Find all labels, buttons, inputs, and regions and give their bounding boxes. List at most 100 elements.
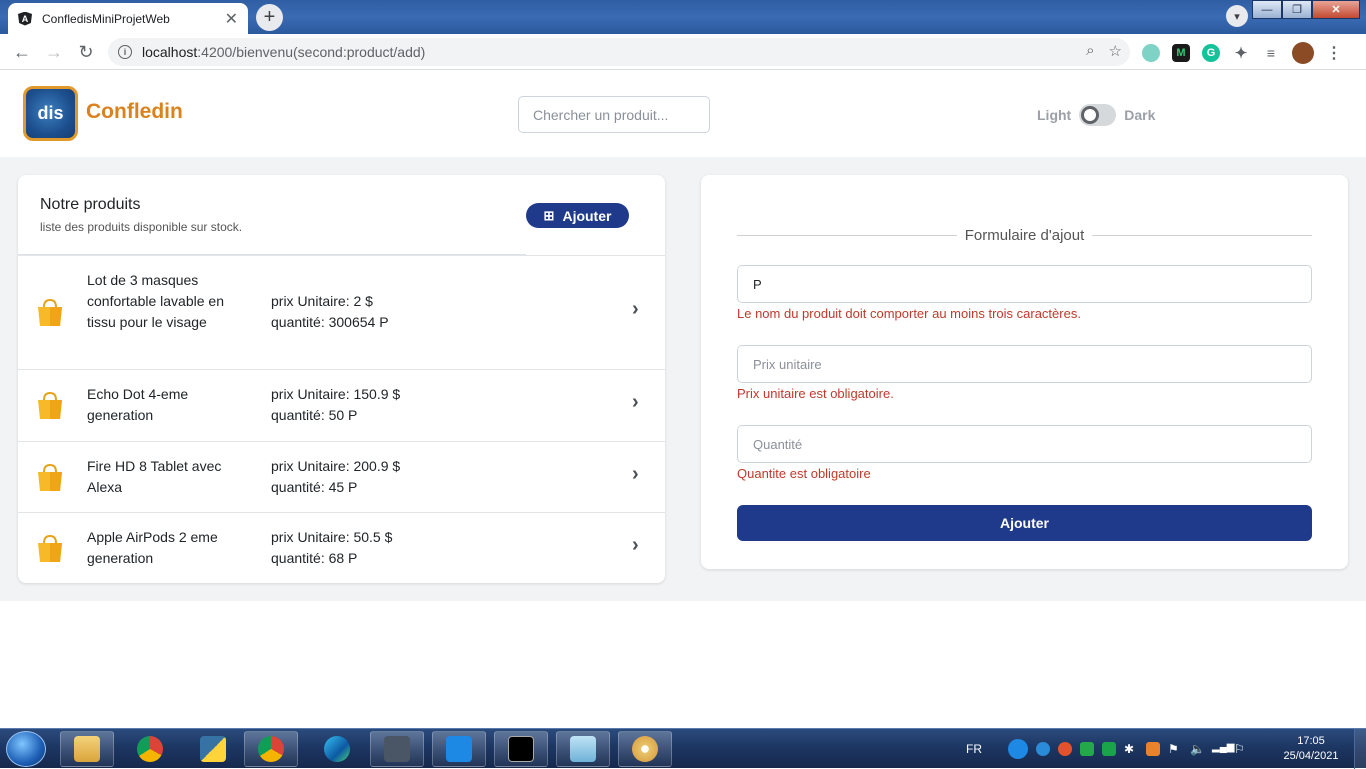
- forward-arrow-icon[interactable]: →: [42, 40, 66, 64]
- site-info-icon[interactable]: i: [118, 45, 132, 59]
- tray-app-icon[interactable]: [1146, 742, 1160, 756]
- chevron-right-icon[interactable]: ›: [632, 463, 639, 486]
- bookmark-star-icon[interactable]: ☆: [1109, 42, 1122, 60]
- product-price: prix Unitaire: 150.9 $: [271, 386, 401, 402]
- chevron-right-icon[interactable]: ›: [632, 534, 639, 557]
- taskbar-terminal-app[interactable]: [370, 731, 424, 767]
- tray-app-icon[interactable]: [1058, 742, 1072, 756]
- taskbar-cmd[interactable]: [494, 731, 548, 767]
- divider: [1092, 235, 1312, 236]
- confledis-logo: dis: [23, 86, 78, 141]
- notepad-icon: [570, 736, 596, 762]
- product-name: Echo Dot 4-eme generation: [87, 386, 189, 423]
- profile-avatar[interactable]: [1292, 42, 1314, 64]
- chevron-right-icon[interactable]: ›: [632, 298, 639, 321]
- product-row[interactable]: Echo Dot 4-eme generation prix Unitaire:…: [18, 369, 665, 441]
- products-title: Notre produits: [40, 196, 141, 213]
- taskbar-python[interactable]: [186, 731, 240, 767]
- product-search-input[interactable]: [518, 96, 710, 133]
- back-arrow-icon[interactable]: ←: [10, 40, 34, 64]
- form-legend: Formulaire d'ajout: [737, 227, 1312, 244]
- product-price: prix Unitaire: 50.5 $: [271, 529, 393, 545]
- extensions-puzzle-icon[interactable]: ✦: [1232, 44, 1250, 62]
- browser-tab[interactable]: A ConfledisMiniProjetWeb ✕: [8, 3, 248, 34]
- show-desktop-button[interactable]: [1354, 729, 1366, 769]
- close-window-button[interactable]: ✕: [1312, 0, 1360, 19]
- maximize-button[interactable]: ❐: [1282, 0, 1312, 19]
- product-price: prix Unitaire: 200.9 $: [271, 458, 401, 474]
- edge-icon: [324, 736, 350, 762]
- url-path: :4200/bienvenu(second:product/add): [197, 44, 426, 60]
- taskbar-notepad[interactable]: [556, 731, 610, 767]
- add-product-form-card: Formulaire d'ajout Le nom du produit doi…: [701, 175, 1348, 569]
- product-quantity: quantité: 50 P: [271, 407, 358, 423]
- product-name: Apple AirPods 2 eme generation: [87, 529, 218, 566]
- teamviewer-icon[interactable]: [1036, 742, 1050, 756]
- clock[interactable]: 17:05 25/04/2021: [1276, 734, 1346, 764]
- tab-title: ConfledisMiniProjetWeb: [42, 11, 170, 26]
- angular-icon: A: [18, 11, 32, 26]
- flag-icon[interactable]: ⚑: [1168, 742, 1182, 756]
- help-icon[interactable]: [1008, 739, 1028, 759]
- bluetooth-icon[interactable]: ✱: [1124, 742, 1138, 756]
- start-button[interactable]: [6, 731, 46, 767]
- name-error-message: Le nom du produit doit comporter au moin…: [737, 306, 1081, 321]
- language-indicator[interactable]: FR: [966, 742, 982, 756]
- minimize-button[interactable]: —: [1252, 0, 1282, 19]
- taskbar-paint[interactable]: [618, 731, 672, 767]
- network-icon[interactable]: ⚐: [1234, 742, 1248, 756]
- extensions-area: M G ✦ ≡ ⋮: [1142, 42, 1342, 64]
- taskbar-chrome[interactable]: [123, 731, 177, 767]
- signal-icon[interactable]: ▂▄▆: [1212, 742, 1234, 756]
- menu-kebab-icon[interactable]: ⋮: [1326, 43, 1342, 63]
- chrome-icon: [137, 736, 163, 762]
- add-product-label: Ajouter: [562, 207, 612, 224]
- mendeley-extension-icon[interactable]: M: [1172, 44, 1190, 62]
- product-name: Lot de 3 masques confortable lavable en …: [87, 272, 224, 330]
- add-product-button[interactable]: ⊞ Ajouter: [526, 203, 629, 228]
- shopping-bag-icon: [38, 463, 62, 491]
- tab-close-icon[interactable]: ✕: [225, 9, 238, 29]
- clock-date: 25/04/2021: [1283, 750, 1339, 762]
- theme-toggle-switch[interactable]: [1079, 104, 1117, 126]
- chevron-right-icon[interactable]: ›: [632, 391, 639, 414]
- volume-icon[interactable]: 🔈: [1190, 742, 1205, 756]
- products-subtitle: liste des produits disponible sur stock.: [40, 220, 243, 234]
- browser-tabstrip: A ConfledisMiniProjetWeb ✕ + ▾ — ❐ ✕: [0, 0, 1366, 34]
- brand-name[interactable]: Confledin: [86, 100, 183, 124]
- tab-search-icon[interactable]: ▾: [1226, 5, 1248, 27]
- address-bar[interactable]: i localhost:4200/bienvenu(second:product…: [108, 38, 1130, 66]
- taskbar-vscode[interactable]: [432, 731, 486, 767]
- app-header: dis Confledin Light Dark: [0, 71, 1366, 157]
- taskbar-explorer[interactable]: [60, 731, 114, 767]
- product-row[interactable]: Lot de 3 masques confortable lavable en …: [18, 255, 665, 369]
- product-row[interactable]: Apple AirPods 2 eme generation prix Unit…: [18, 512, 665, 583]
- chrome-icon: [258, 736, 284, 762]
- toggle-knob: [1081, 106, 1100, 124]
- submit-add-button[interactable]: Ajouter: [737, 505, 1312, 541]
- media-control-icon[interactable]: ≡: [1262, 44, 1280, 62]
- shopping-bag-icon: [38, 534, 62, 562]
- vscode-icon: [446, 736, 472, 762]
- windows-taskbar: FR ✱ ⚑ 🔈 ▂▄▆ ⚐ 17:05 25/04/2021: [0, 728, 1366, 769]
- product-row[interactable]: Fire HD 8 Tablet avec Alexa prix Unitair…: [18, 441, 665, 512]
- reload-icon[interactable]: ↻: [74, 40, 98, 64]
- extension-icon[interactable]: [1142, 44, 1160, 62]
- browser-toolbar: ← → ↻ i localhost:4200/bienvenu(second:p…: [0, 34, 1366, 70]
- taskbar-edge[interactable]: [310, 731, 364, 767]
- zoom-icon[interactable]: ⌕: [1086, 42, 1094, 60]
- new-tab-button[interactable]: +: [256, 4, 283, 31]
- grammarly-extension-icon[interactable]: G: [1202, 44, 1220, 62]
- unit-price-input[interactable]: [737, 345, 1312, 383]
- tray-app-icon[interactable]: [1102, 742, 1116, 756]
- product-price: prix Unitaire: 2 $: [271, 293, 373, 309]
- quantity-input[interactable]: [737, 425, 1312, 463]
- taskbar-chrome-profile[interactable]: [244, 731, 298, 767]
- products-card: Notre produits liste des produits dispon…: [18, 175, 665, 583]
- quantity-error-message: Quantite est obligatoire: [737, 466, 871, 481]
- product-name-input[interactable]: [737, 265, 1312, 303]
- form-legend-text: Formulaire d'ajout: [964, 227, 1085, 244]
- shopping-bag-icon: [38, 391, 62, 419]
- product-quantity: quantité: 300654 P: [271, 314, 389, 330]
- tray-app-icon[interactable]: [1080, 742, 1094, 756]
